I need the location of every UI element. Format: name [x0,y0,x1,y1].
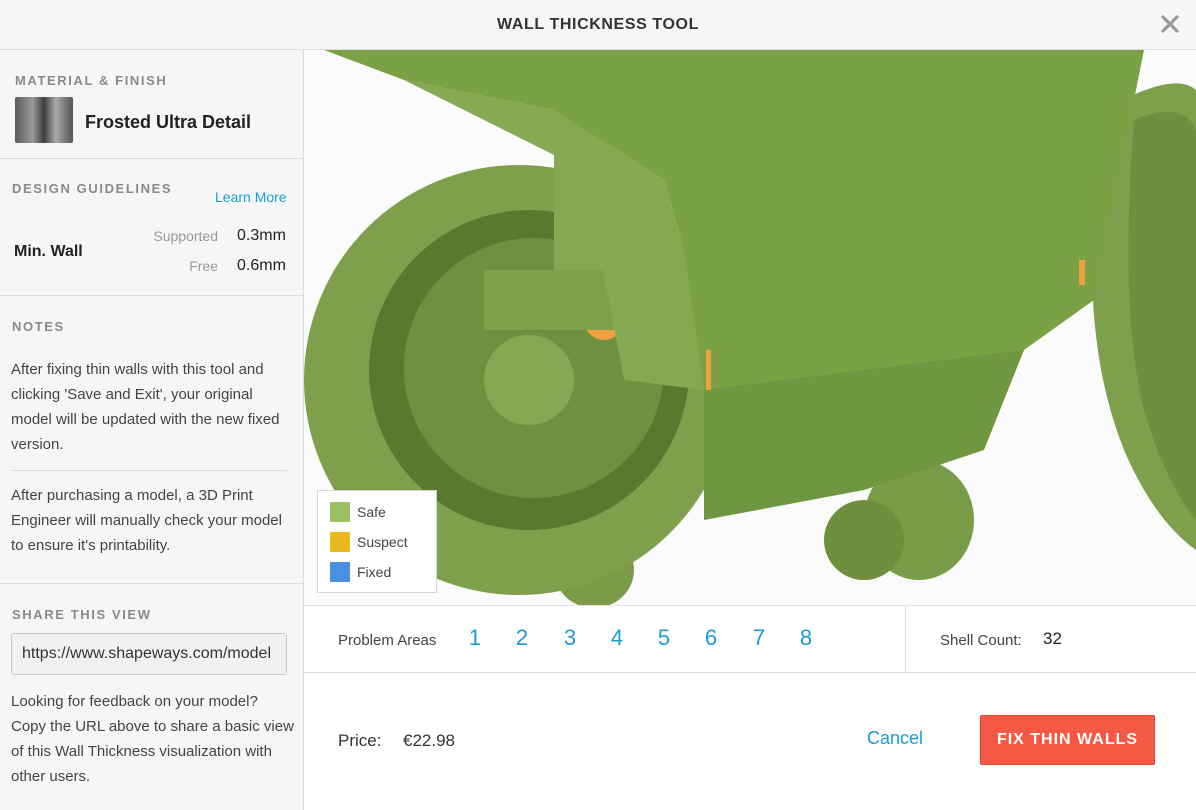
share-section-title: SHARE THIS VIEW [12,607,152,622]
shell-count-label: Shell Count: [940,632,1022,649]
material-thumbnail [15,97,73,143]
notes-paragraph: After purchasing a model, a 3D Print Eng… [11,487,282,554]
modal-footer: Price: €22.98 Cancel FIX THIN WALLS [304,673,1196,810]
supported-value: 0.3mm [237,227,286,244]
min-wall-label: Min. Wall [14,243,83,260]
problem-area-link[interactable]: 3 [560,625,580,651]
cancel-button[interactable]: Cancel [867,728,923,749]
guidelines-section: DESIGN GUIDELINES Learn More Min. Wall S… [0,159,303,296]
suspect-swatch [330,532,350,552]
free-value: 0.6mm [237,257,286,274]
guidelines-section-title: DESIGN GUIDELINES [12,181,173,196]
material-section: MATERIAL & FINISH Frosted Ultra Detail [0,50,303,159]
problem-areas-label: Problem Areas [338,632,437,649]
model-viewport[interactable]: Safe Suspect Fixed [304,50,1196,605]
fixed-swatch [330,562,350,582]
notes-section-title: NOTES [12,319,65,334]
legend-label: Safe [357,504,386,520]
legend-label: Suspect [357,534,408,550]
sidebar: MATERIAL & FINISH Frosted Ultra Detail D… [0,50,304,810]
modal-title: WALL THICKNESS TOOL [497,16,699,33]
shell-count-value: 32 [1043,629,1062,648]
problem-area-link[interactable]: 1 [465,625,485,651]
free-label: Free [189,258,218,274]
share-divider [0,583,303,584]
learn-more-link[interactable]: Learn More [215,189,287,205]
supported-label: Supported [153,228,218,244]
close-icon[interactable] [1158,12,1182,36]
problem-area-link[interactable]: 7 [749,625,769,651]
problem-area-link[interactable]: 8 [796,625,816,651]
problem-area-link[interactable]: 4 [607,625,627,651]
shell-divider [905,606,906,673]
material-name: Frosted Ultra Detail [85,112,252,132]
share-url-field[interactable]: https://www.shapeways.com/model [11,633,287,675]
notes-paragraph: After fixing thin walls with this tool a… [11,361,280,453]
problem-area-link[interactable]: 2 [512,625,532,651]
price-label: Price: [338,731,382,750]
legend-label: Fixed [357,564,392,580]
notes-divider [11,470,287,471]
legend: Safe Suspect Fixed [317,490,437,593]
price-value: €22.98 [403,731,455,750]
model-render [304,50,1196,605]
problem-area-link[interactable]: 5 [654,625,674,651]
fix-thin-walls-button[interactable]: FIX THIN WALLS [980,715,1155,765]
problem-areas-bar: Problem Areas 1 2 3 4 5 6 7 8 Shell Coun… [304,605,1196,673]
problem-area-link[interactable]: 6 [701,625,721,651]
share-note: Looking for feedback on your model? Copy… [11,693,294,785]
material-section-title: MATERIAL & FINISH [15,73,168,88]
modal-header: WALL THICKNESS TOOL [0,0,1196,50]
safe-swatch [330,502,350,522]
